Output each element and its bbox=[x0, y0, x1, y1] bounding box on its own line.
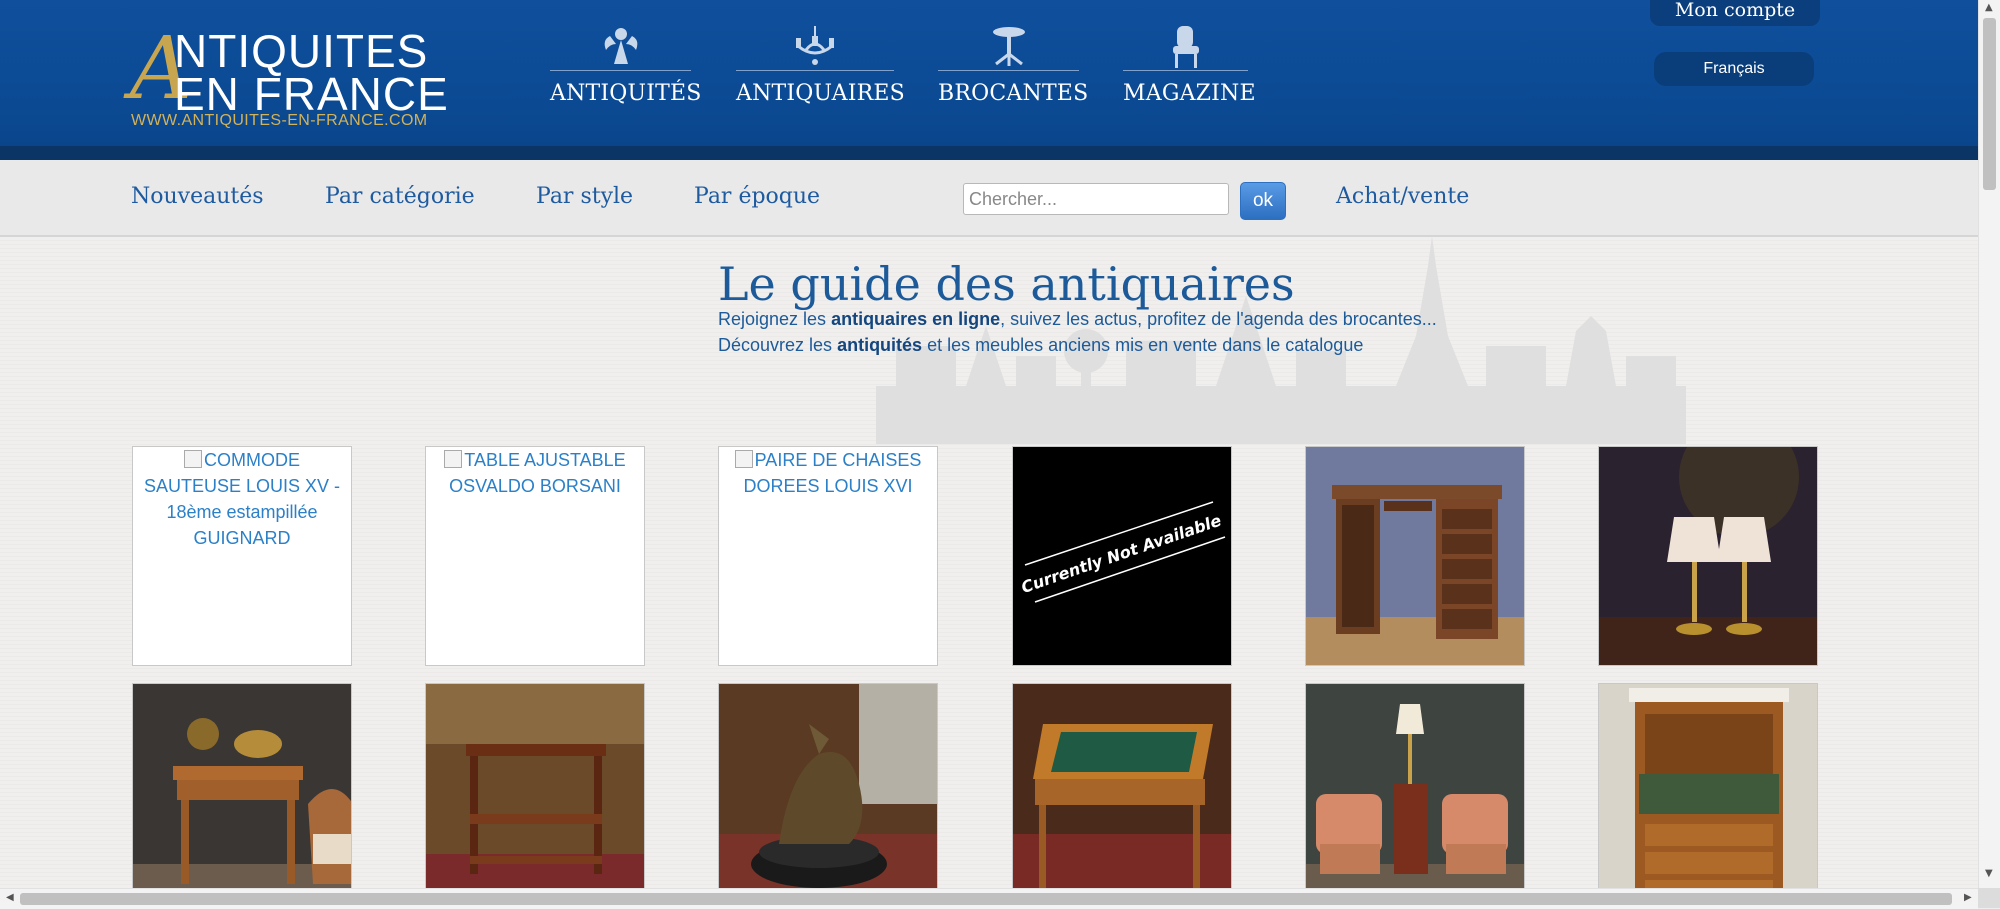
hero-text: Découvrez les bbox=[718, 335, 838, 355]
hero-text: et les meubles anciens mis en vente dans… bbox=[922, 335, 1364, 355]
subnav-par-style[interactable]: Par style bbox=[536, 184, 633, 209]
product-alt-label: TABLE AJUSTABLE OSVALDO BORSANI bbox=[449, 450, 626, 496]
not-available-text: Currently Not Available bbox=[1019, 511, 1224, 597]
game-table-photo bbox=[1013, 684, 1231, 888]
hero-line-1: Rejoignez les antiquaires en ligne, suiv… bbox=[718, 309, 1437, 330]
vertical-scroll-thumb[interactable] bbox=[1983, 18, 1996, 190]
scroll-up-icon[interactable]: ▲ bbox=[1985, 2, 1993, 13]
hero-text: , suivez les actus, profitez de l'agenda… bbox=[1000, 309, 1437, 329]
product-thumbnail[interactable] bbox=[718, 683, 938, 888]
product-thumbnail[interactable] bbox=[1598, 683, 1818, 888]
vertical-scrollbar[interactable]: ▲ ▼ bbox=[1978, 0, 2000, 888]
product-thumbnail[interactable]: PAIRE DE CHAISES DOREES LOUIS XVI bbox=[718, 446, 938, 666]
broken-image-icon bbox=[184, 450, 202, 468]
pair-of-lamps-photo bbox=[1599, 447, 1817, 665]
hero-text: Rejoignez les bbox=[718, 309, 832, 329]
bronze-sculpture-photo bbox=[719, 684, 937, 888]
product-alt-label: COMMODE SAUTEUSE LOUIS XV - 18ème estamp… bbox=[143, 450, 341, 548]
hero-link-antiquaires[interactable]: antiquaires en ligne bbox=[831, 309, 1000, 329]
nav-brocantes[interactable]: BROCANTES bbox=[938, 24, 1089, 106]
language-selector[interactable]: Français bbox=[1654, 52, 1814, 86]
hero-link-antiquites[interactable]: antiquités bbox=[837, 335, 922, 355]
scroll-left-icon[interactable]: ◀ bbox=[6, 892, 14, 903]
hero-line-2: Découvrez les antiquités et les meubles … bbox=[718, 335, 1363, 356]
product-thumbnail[interactable]: Currently Not Available bbox=[1012, 446, 1232, 666]
nav-antiquites[interactable]: ANTIQUITÉS bbox=[550, 24, 702, 106]
product-alt-text: PAIRE DE CHAISES DOREES LOUIS XVI bbox=[719, 447, 937, 499]
product-thumbnail[interactable] bbox=[425, 683, 645, 888]
cherub-icon bbox=[604, 28, 637, 64]
writing-desk-photo bbox=[1306, 447, 1524, 665]
armchair-icon bbox=[1172, 26, 1199, 68]
horizontal-scroll-thumb[interactable] bbox=[20, 893, 1952, 905]
logo-url: WWW.ANTIQUITES-EN-FRANCE.COM bbox=[131, 112, 428, 129]
search-ok-button[interactable]: ok bbox=[1240, 182, 1286, 220]
broken-image-icon bbox=[734, 450, 753, 468]
side-table-photo bbox=[133, 684, 351, 888]
secretary-desk-photo bbox=[1599, 684, 1817, 888]
site-logo[interactable]: A NTIQUITES EN FRANCE WWW.ANTIQUITES-EN-… bbox=[130, 26, 450, 132]
site-header: A NTIQUITES EN FRANCE WWW.ANTIQUITES-EN-… bbox=[0, 0, 1978, 146]
product-thumbnail[interactable]: TABLE AJUSTABLE OSVALDO BORSANI bbox=[425, 446, 645, 666]
product-alt-text: TABLE AJUSTABLE OSVALDO BORSANI bbox=[426, 447, 644, 499]
page-title: Le guide des antiquaires bbox=[718, 257, 1295, 311]
product-thumbnail[interactable] bbox=[1305, 446, 1525, 666]
broken-image-icon bbox=[444, 450, 463, 468]
scroll-right-icon[interactable]: ▶ bbox=[1964, 892, 1972, 903]
subnav-par-epoque[interactable]: Par époque bbox=[694, 184, 820, 209]
search-input[interactable] bbox=[963, 183, 1229, 215]
product-thumbnail[interactable] bbox=[1305, 683, 1525, 888]
scrollbar-corner bbox=[1978, 888, 2000, 908]
nav-label: BROCANTES bbox=[938, 81, 1089, 106]
subnav-par-categorie[interactable]: Par catégorie bbox=[325, 184, 475, 209]
product-alt-label: PAIRE DE CHAISES DOREES LOUIS XVI bbox=[743, 450, 922, 496]
horizontal-scrollbar[interactable]: ◀ ▶ bbox=[0, 888, 1978, 909]
nav-label: ANTIQUAIRES bbox=[736, 81, 905, 106]
armchairs-side-table-photo bbox=[1306, 684, 1524, 888]
product-thumbnail[interactable] bbox=[1012, 683, 1232, 888]
page: A NTIQUITES EN FRANCE WWW.ANTIQUITES-EN-… bbox=[0, 0, 1978, 888]
product-thumbnail[interactable] bbox=[1598, 446, 1818, 666]
not-available-image: Currently Not Available bbox=[1019, 501, 1226, 603]
nav-label: MAGAZINE bbox=[1123, 81, 1256, 106]
account-button[interactable]: Mon compte bbox=[1650, 0, 1820, 26]
header-divider bbox=[0, 146, 1978, 160]
scroll-down-icon[interactable]: ▼ bbox=[1985, 868, 1993, 879]
chandelier-icon bbox=[796, 26, 834, 65]
product-alt-text: COMMODE SAUTEUSE LOUIS XV - 18ème estamp… bbox=[133, 447, 351, 551]
subnav-achat-vente[interactable]: Achat/vente bbox=[1336, 184, 1469, 209]
nav-magazine[interactable]: MAGAZINE bbox=[1123, 24, 1256, 106]
sub-nav: Nouveautés Par catégorie Par style Par é… bbox=[0, 160, 1978, 237]
subnav-nouveautes[interactable]: Nouveautés bbox=[131, 184, 264, 209]
product-thumbnail[interactable]: COMMODE SAUTEUSE LOUIS XV - 18ème estamp… bbox=[132, 446, 352, 666]
pedestal-table-icon bbox=[992, 27, 1025, 66]
product-thumbnail[interactable] bbox=[132, 683, 352, 888]
nav-label: ANTIQUITÉS bbox=[550, 81, 702, 106]
trolley-table-photo bbox=[426, 684, 644, 888]
nav-antiquaires[interactable]: ANTIQUAIRES bbox=[736, 24, 905, 106]
